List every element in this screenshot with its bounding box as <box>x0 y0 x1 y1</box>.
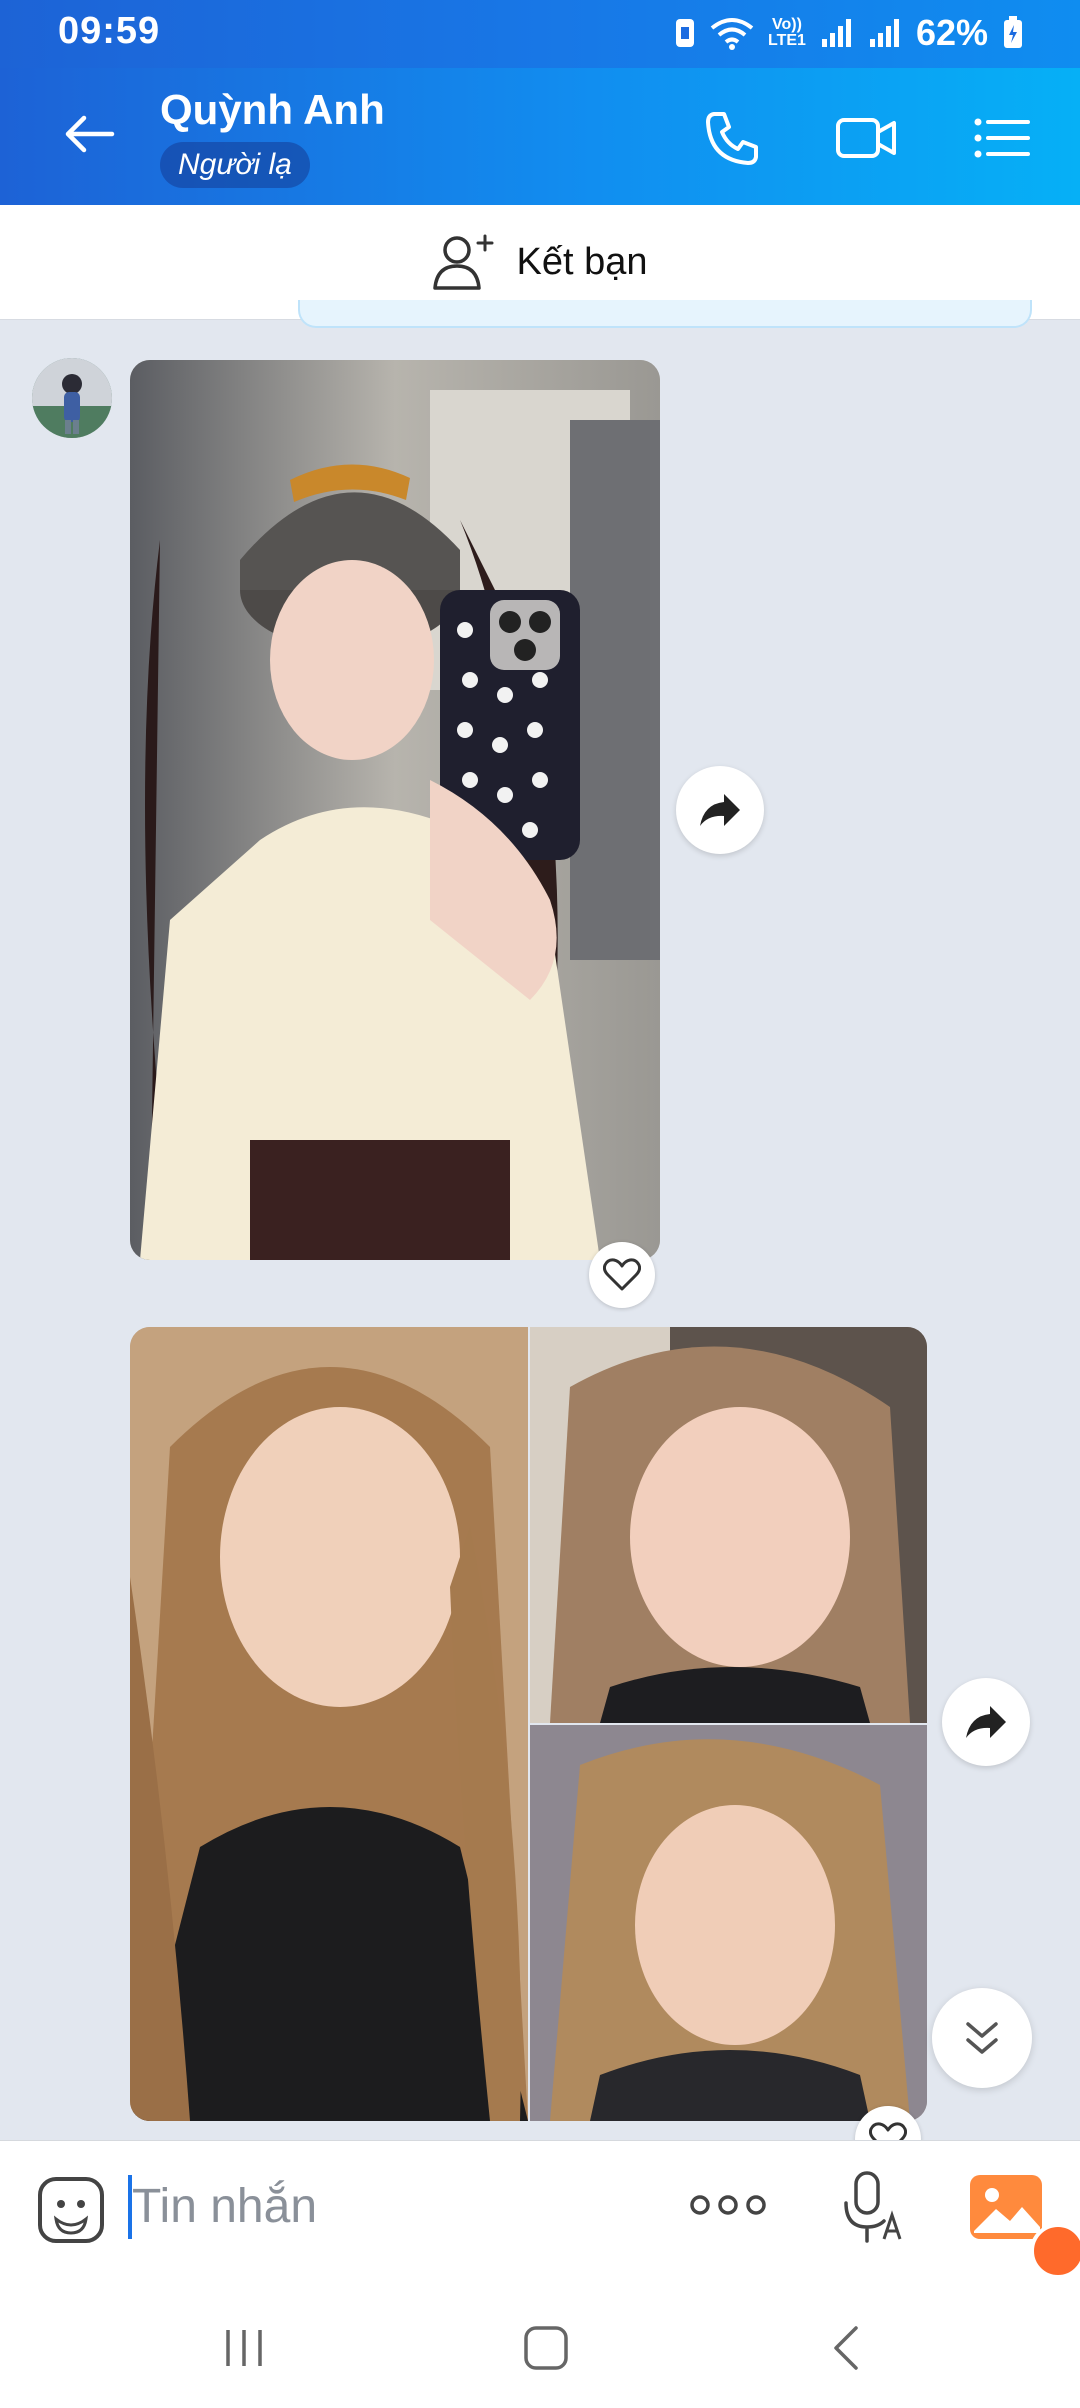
signal-icon-2 <box>869 19 899 47</box>
battery-icon <box>1004 16 1022 48</box>
avatar-image <box>32 358 112 438</box>
gallery-icon[interactable] <box>968 2173 1044 2241</box>
scroll-down-icon <box>966 2022 998 2054</box>
back-nav-icon[interactable] <box>818 2318 878 2378</box>
phone-icon[interactable] <box>700 106 764 170</box>
scroll-down-button[interactable] <box>932 1988 1032 2088</box>
back-arrow-icon[interactable] <box>60 106 116 162</box>
network-indicator: Vo)) LTE1 <box>768 17 806 49</box>
menu-list-icon[interactable] <box>970 106 1034 170</box>
gallery-badge <box>1030 2223 1080 2279</box>
network-top: Vo)) <box>772 16 802 33</box>
collage-image-top-right <box>530 1327 927 1723</box>
like-button[interactable] <box>589 1242 655 1308</box>
share-icon <box>700 794 740 826</box>
add-user-icon <box>432 234 493 290</box>
sticker-icon[interactable] <box>36 2175 106 2245</box>
collage-image-left <box>130 1327 528 2121</box>
network-bottom: LTE1 <box>768 32 806 49</box>
signal-icon <box>821 19 851 47</box>
collage-image-bottom-right <box>530 1725 927 2121</box>
more-icon[interactable] <box>688 2185 768 2225</box>
battery-percent: 62% <box>915 12 988 53</box>
avatar[interactable] <box>32 358 112 438</box>
status-time: 09:59 <box>58 10 161 52</box>
photo-collage-message[interactable] <box>130 1327 927 2121</box>
photo-image <box>130 360 660 1260</box>
collage-photo-bottom-right[interactable] <box>530 1725 927 2121</box>
status-bar: 09:59 Vo)) LTE1 62% <box>0 0 1080 68</box>
photo-message[interactable] <box>130 360 660 1260</box>
stranger-badge: Người lạ <box>160 142 310 188</box>
contact-name[interactable]: Quỳnh Anh <box>160 86 385 134</box>
share-button-2[interactable] <box>942 1678 1030 1766</box>
sim-icon <box>676 19 694 47</box>
home-icon[interactable] <box>516 2318 576 2378</box>
recent-apps-icon[interactable] <box>214 2318 274 2378</box>
previous-message-bubble <box>298 300 1032 328</box>
chat-header: Quỳnh Anh Người lạ <box>0 68 1080 205</box>
share-button[interactable] <box>676 766 764 854</box>
video-call-icon[interactable] <box>834 106 898 170</box>
add-friend-label: Kết bạn <box>516 240 648 283</box>
voice-text-icon[interactable] <box>838 2169 904 2245</box>
collage-photo-left[interactable] <box>130 1327 528 2121</box>
message-composer: Tin nhắn <box>0 2140 1080 2281</box>
share-icon <box>966 1706 1006 1738</box>
wifi-icon <box>710 18 754 50</box>
system-nav-bar <box>0 2280 1080 2408</box>
message-input[interactable]: Tin nhắn <box>132 2179 317 2234</box>
collage-photo-top-right[interactable] <box>530 1327 927 1723</box>
heart-icon <box>603 1258 641 1291</box>
status-icons: Vo)) LTE1 62% <box>674 12 1024 54</box>
